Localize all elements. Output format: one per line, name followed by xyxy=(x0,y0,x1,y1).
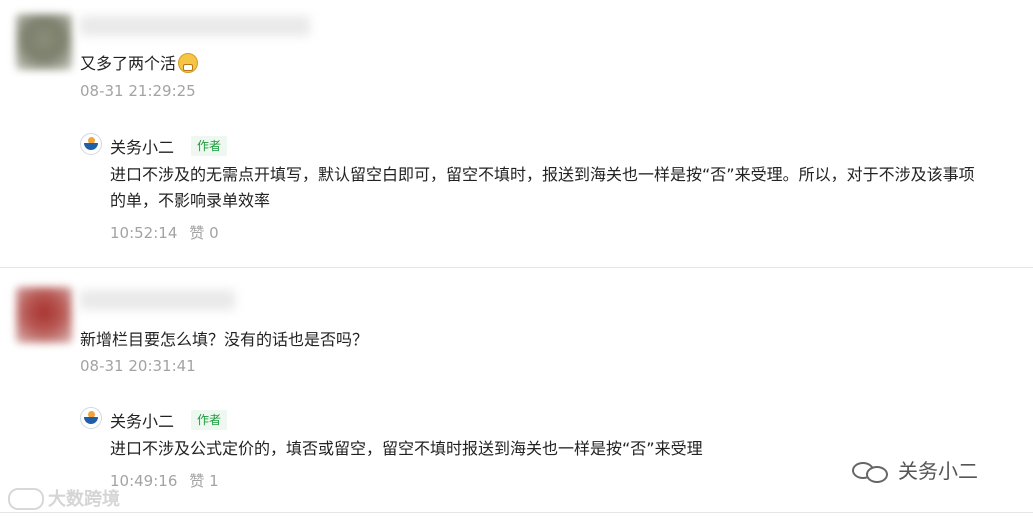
reply-time: 10:49:16 xyxy=(110,472,178,490)
author-badge: 作者 xyxy=(191,410,228,430)
like-button[interactable]: 赞 1 xyxy=(189,472,218,490)
comment-text: 又多了两个活 xyxy=(80,50,199,74)
author-badge: 作者 xyxy=(191,136,228,156)
nickname-blurred xyxy=(80,290,235,310)
author-logo-icon xyxy=(80,407,102,429)
comment-text: 新增栏目要怎么填？没有的话也是否吗？ xyxy=(80,330,369,349)
divider xyxy=(0,267,1033,268)
watermark-left: 大数跨境 xyxy=(8,485,120,511)
watermark-logo-icon xyxy=(8,488,44,510)
comment-time: 08-31 20:31:41 xyxy=(80,357,196,375)
watermark-right: 关务小二 xyxy=(852,455,978,484)
comment-time: 08-31 21:29:25 xyxy=(80,82,196,100)
reply-meta: 10:49:16 赞 1 xyxy=(110,470,231,491)
reply-text: 进口不涉及公式定价的，填否或留空，留空不填时报送到海关也一样是按“否”来受理 xyxy=(110,439,703,458)
reply-author-name: 关务小二 xyxy=(110,138,175,157)
reply-time: 10:52:14 xyxy=(110,224,178,242)
nickname-blurred xyxy=(80,16,310,36)
wechat-icon xyxy=(852,458,892,484)
avatar[interactable] xyxy=(16,287,72,343)
divider xyxy=(0,512,1033,513)
like-button[interactable]: 赞 0 xyxy=(189,224,218,242)
author-logo-icon xyxy=(80,133,102,155)
reply-text: 进口不涉及的无需点开填写，默认留空白即可，留空不填时，报送到海关也一样是按“否”… xyxy=(110,165,975,210)
grinning-face-emoji-icon xyxy=(178,53,199,73)
reply-meta: 10:52:14 赞 0 xyxy=(110,222,231,243)
avatar[interactable] xyxy=(16,14,72,70)
reply-author-name: 关务小二 xyxy=(110,412,175,431)
